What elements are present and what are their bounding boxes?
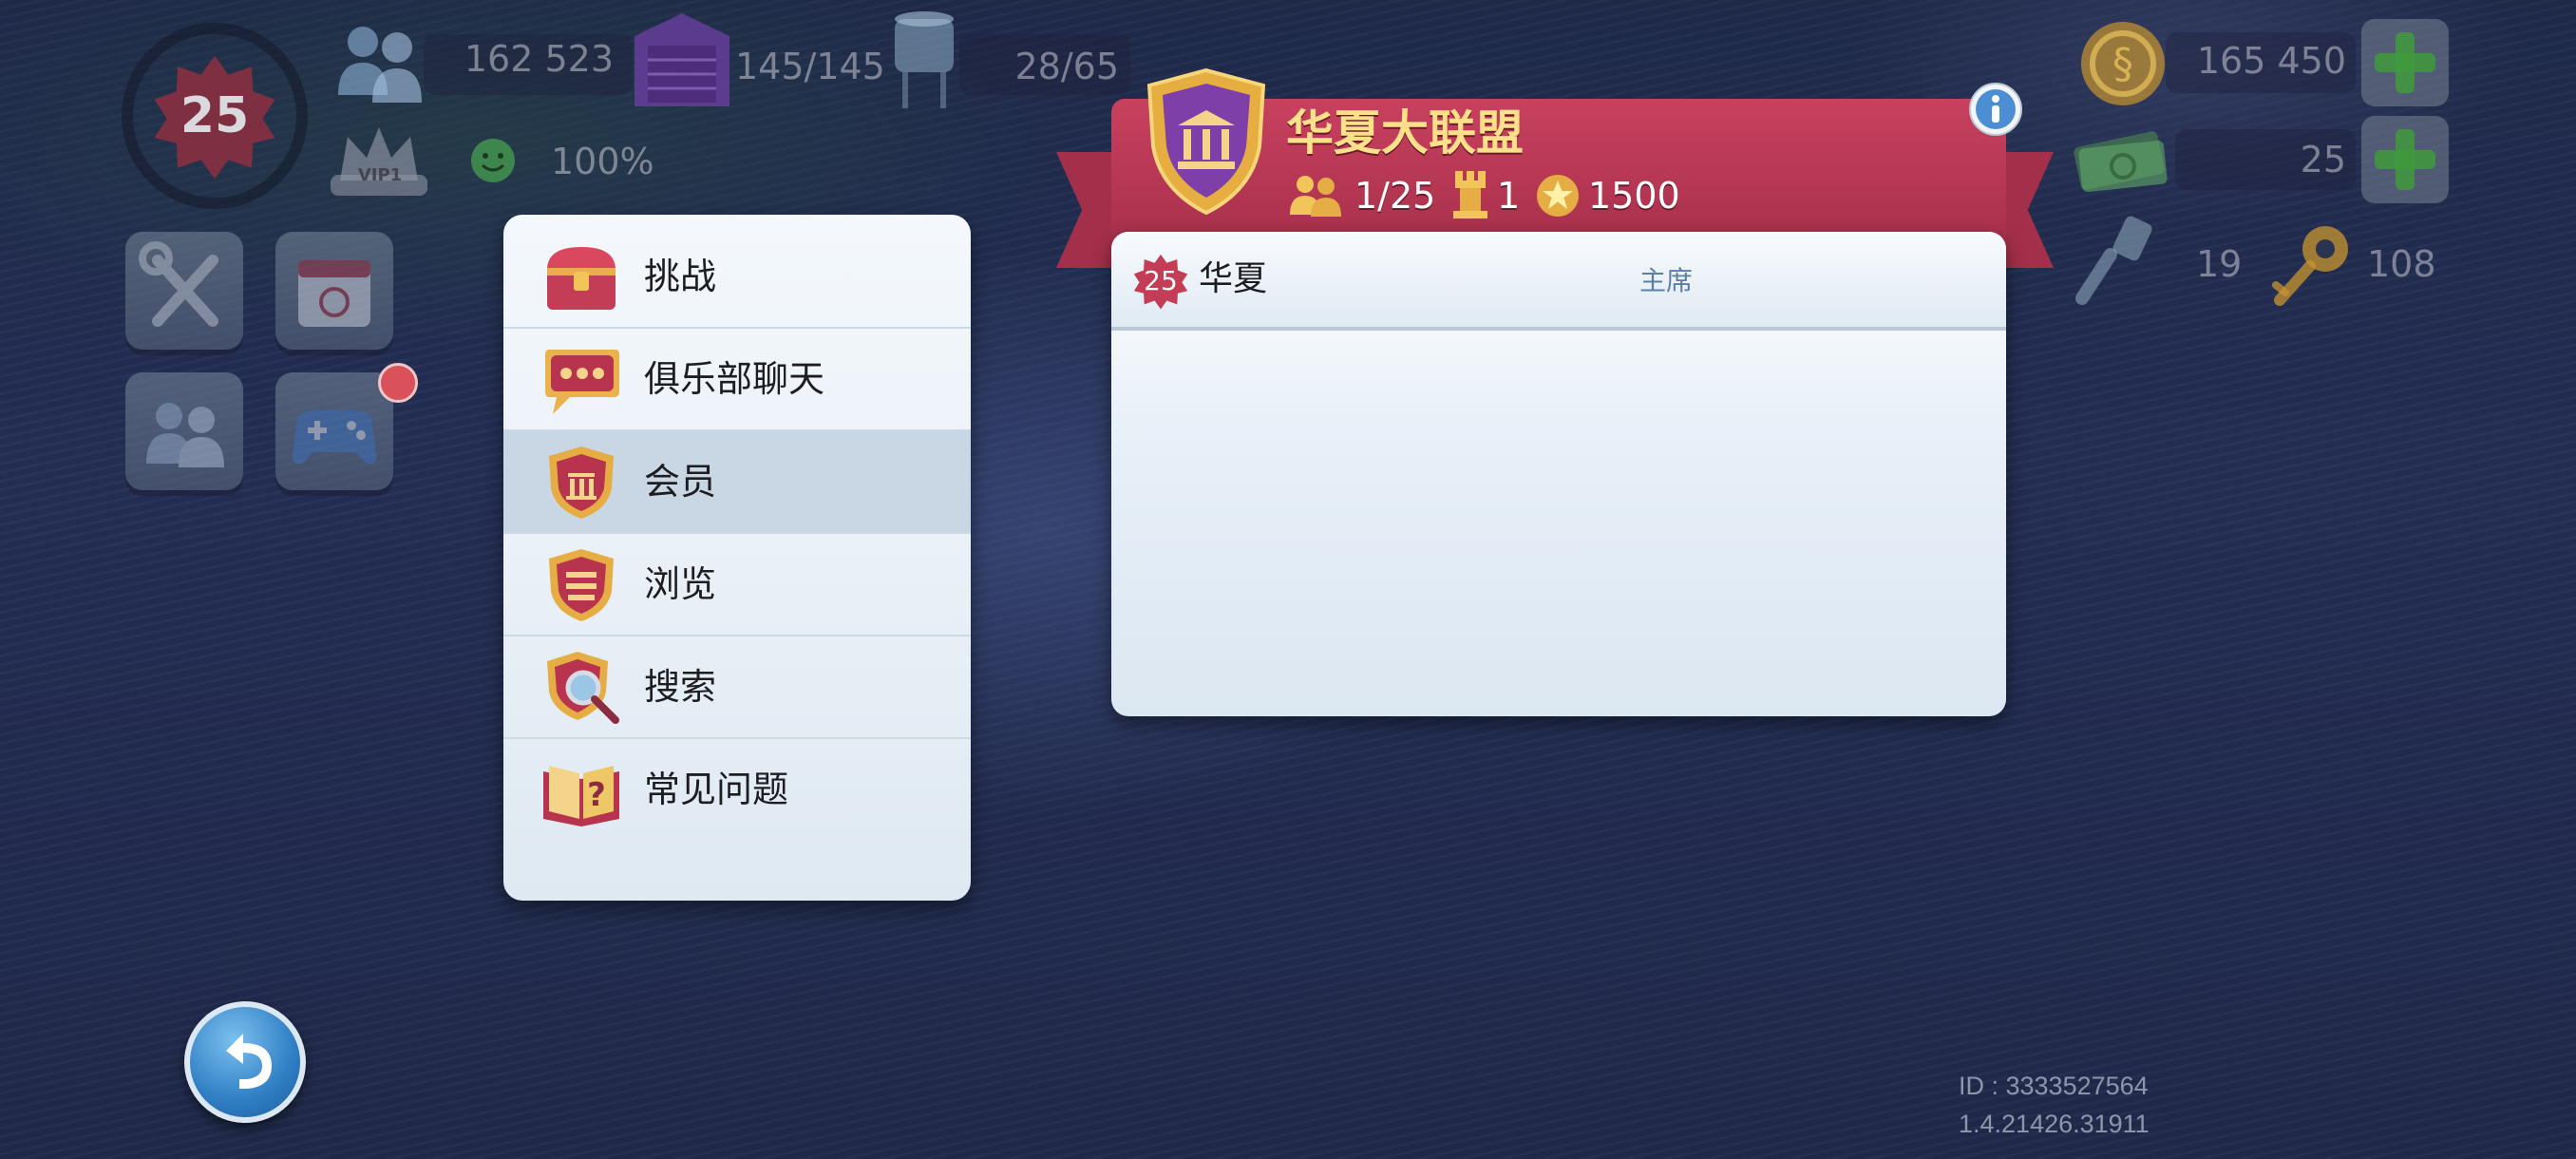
plus-icon: [2375, 32, 2435, 93]
club-name: 华夏大联盟: [1286, 105, 1524, 161]
golden-keys-value: 19: [2196, 243, 2243, 285]
friends-icon: [146, 403, 224, 467]
population-icon: [338, 27, 422, 103]
svg-text:?: ?: [587, 776, 606, 814]
plus-icon: [2375, 129, 2435, 190]
member-name: 华夏: [1199, 259, 1268, 298]
gamepad-icon: [292, 410, 377, 465]
member-row[interactable]: 25 华夏 主席: [1111, 232, 2006, 331]
club-info-button[interactable]: [1968, 82, 2023, 137]
happiness-smiley-icon: [471, 139, 515, 182]
vip-crown-icon[interactable]: [327, 114, 431, 205]
water-tower-icon: [895, 11, 954, 108]
war-tower-icon: [1453, 171, 1487, 218]
golden-key-icon: [2075, 216, 2152, 305]
member-role: 主席: [1639, 265, 1694, 296]
club-members-count: 1/25: [1354, 175, 1436, 217]
player-id: ID : 3333527564: [1959, 1072, 2149, 1100]
back-button[interactable]: [184, 1001, 306, 1123]
simcash-bills-icon: [2074, 131, 2168, 192]
menu-item-search[interactable]: 搜索: [503, 636, 971, 739]
calendar-icon: [298, 260, 370, 327]
simcash-value: 25: [2300, 139, 2346, 180]
members-panel: 25 华夏 主席: [1111, 232, 2006, 716]
menu-item-club-chat[interactable]: 俱乐部聊天: [503, 329, 971, 431]
population-value: 162 523: [464, 38, 614, 80]
search-shield-icon: [547, 652, 619, 724]
menu-item-faq[interactable]: ? 常见问题: [503, 739, 971, 840]
neo-key-icon: [2272, 226, 2348, 306]
simoleons-value: 165 450: [2196, 40, 2346, 82]
notification-badge: [378, 363, 418, 403]
add-simoleons-button[interactable]: [2361, 19, 2449, 106]
neo-keys-value: 108: [2367, 243, 2436, 285]
back-arrow-icon: [226, 1034, 272, 1089]
club-points-star-icon: [1537, 175, 1579, 217]
chest-icon: [547, 247, 616, 310]
members-count-icon: [1290, 176, 1341, 217]
menu-item-members[interactable]: 会员: [503, 431, 971, 534]
storage-value: 145/145: [735, 46, 885, 87]
menu-item-challenges[interactable]: 挑战: [503, 226, 971, 329]
water-value: 28/65: [1014, 46, 1119, 87]
club-emblem-icon: [1146, 67, 1266, 216]
club-wars-count: 1: [1497, 175, 1521, 217]
player-level[interactable]: 25: [146, 48, 283, 184]
club-points: 1500: [1588, 175, 1680, 217]
club-shield-icon: [549, 446, 614, 519]
club-menu: 挑战 俱乐部聊天 会员 浏览 搜索 ? 常见问题: [503, 215, 971, 901]
happiness-value: 100%: [551, 141, 654, 182]
storage-building-icon[interactable]: [627, 8, 737, 112]
member-level: 25: [1144, 265, 1178, 296]
svg-text:§: §: [2112, 40, 2133, 88]
game-version: 1.4.21426.31911: [1959, 1110, 2150, 1138]
faq-book-icon: ?: [543, 766, 619, 826]
games-button[interactable]: [275, 372, 393, 490]
add-simcash-button[interactable]: [2361, 116, 2449, 203]
vip-label: VIP1: [357, 165, 403, 185]
browse-shield-icon: [549, 549, 614, 621]
wrench-screwdriver-icon: [139, 241, 218, 327]
chat-icon: [545, 350, 619, 414]
events-calendar-button[interactable]: [275, 232, 393, 350]
menu-item-browse[interactable]: 浏览: [503, 534, 971, 636]
build-tools-button[interactable]: [125, 232, 243, 350]
friends-button[interactable]: [125, 372, 243, 490]
